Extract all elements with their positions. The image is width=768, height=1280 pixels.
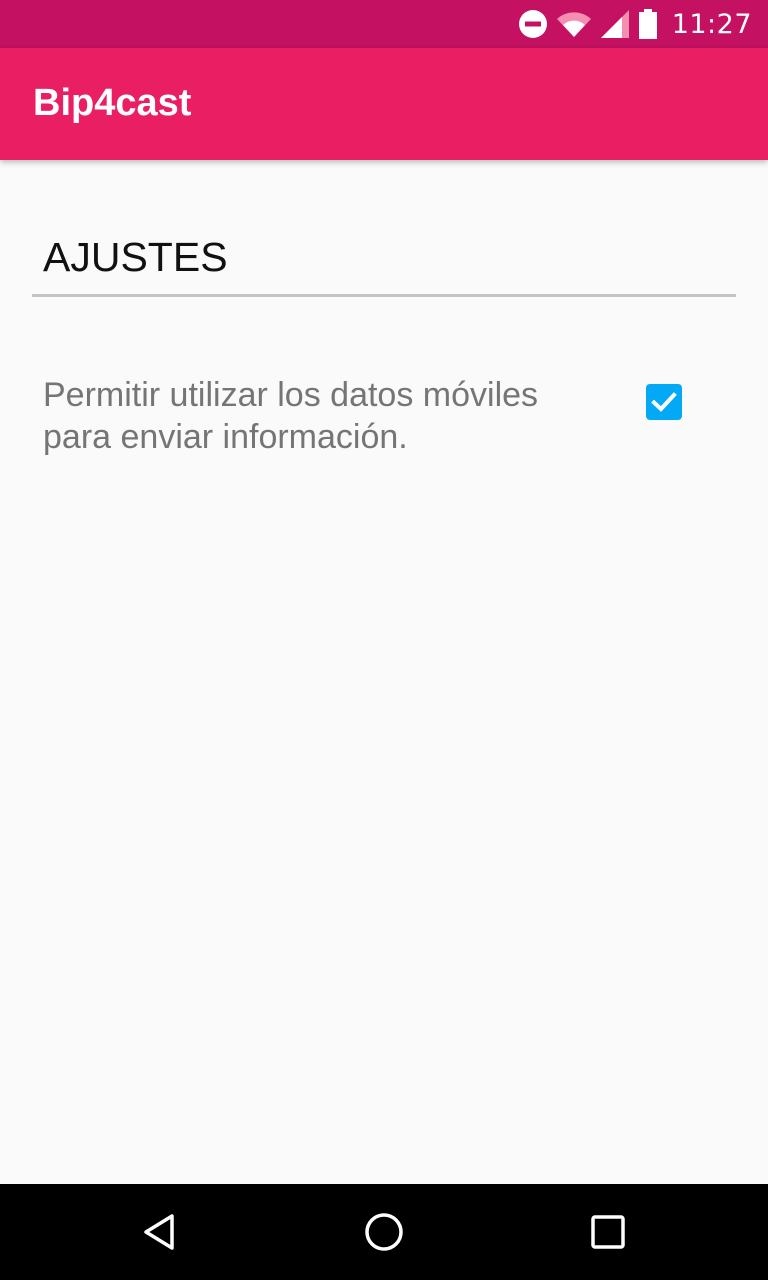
- status-icons: 11:27: [518, 0, 752, 48]
- mobile-data-checkbox[interactable]: [646, 384, 682, 420]
- cell-signal-icon: [600, 9, 630, 39]
- settings-content: AJUSTES Permitir utilizar los datos móvi…: [0, 160, 768, 1184]
- app-bar: Bip4cast: [0, 48, 768, 160]
- recents-icon: [591, 1215, 625, 1249]
- app-title: Bip4cast: [33, 82, 192, 124]
- back-button[interactable]: [136, 1208, 184, 1256]
- section-title: AJUSTES: [43, 234, 228, 280]
- recents-button[interactable]: [584, 1208, 632, 1256]
- status-time: 11:27: [671, 8, 752, 40]
- mobile-data-preference-row[interactable]: Permitir utilizar los datos móviles para…: [0, 370, 768, 510]
- status-bar: 11:27: [0, 0, 768, 48]
- home-button[interactable]: [360, 1208, 408, 1256]
- home-icon: [365, 1213, 403, 1251]
- check-icon: [651, 392, 677, 412]
- section-divider: [32, 294, 736, 297]
- navigation-bar: [0, 1184, 768, 1280]
- back-icon: [144, 1214, 174, 1250]
- wifi-icon: [556, 10, 592, 38]
- do-not-disturb-icon: [518, 9, 548, 39]
- battery-icon: [638, 9, 658, 39]
- mobile-data-preference-label: Permitir utilizar los datos móviles para…: [43, 376, 539, 456]
